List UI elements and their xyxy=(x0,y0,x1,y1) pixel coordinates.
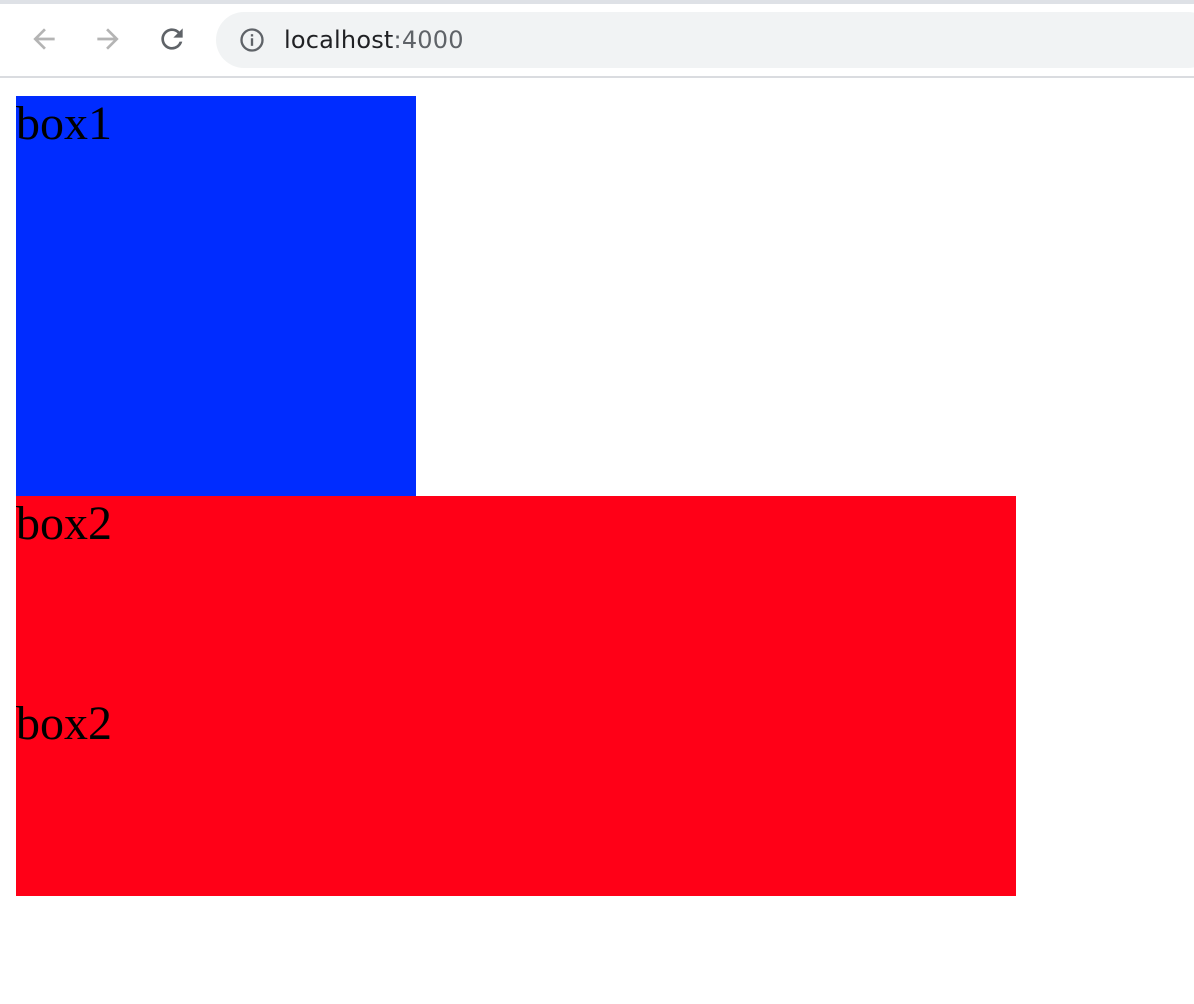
address-url[interactable]: localhost:4000 xyxy=(284,25,464,55)
info-circle-icon[interactable] xyxy=(238,26,266,54)
back-button[interactable] xyxy=(24,19,64,59)
browser-toolbar: localhost:4000 xyxy=(0,4,1194,78)
reload-icon xyxy=(161,28,183,50)
box2-label: box2 xyxy=(16,697,112,750)
box1-label: box1 xyxy=(16,97,112,150)
page-viewport: box1 box2 box2 xyxy=(0,80,1194,1004)
address-bar[interactable]: localhost:4000 xyxy=(216,12,1194,68)
url-host: localhost xyxy=(284,26,394,54)
arrow-left-icon xyxy=(33,28,55,50)
forward-button[interactable] xyxy=(88,19,128,59)
arrow-right-icon xyxy=(97,28,119,50)
box1: box1 xyxy=(16,96,416,496)
box2-label: box2 xyxy=(16,497,112,550)
box2: box2 box2 xyxy=(16,496,1016,896)
reload-button[interactable] xyxy=(152,19,192,59)
url-port: :4000 xyxy=(393,26,464,54)
